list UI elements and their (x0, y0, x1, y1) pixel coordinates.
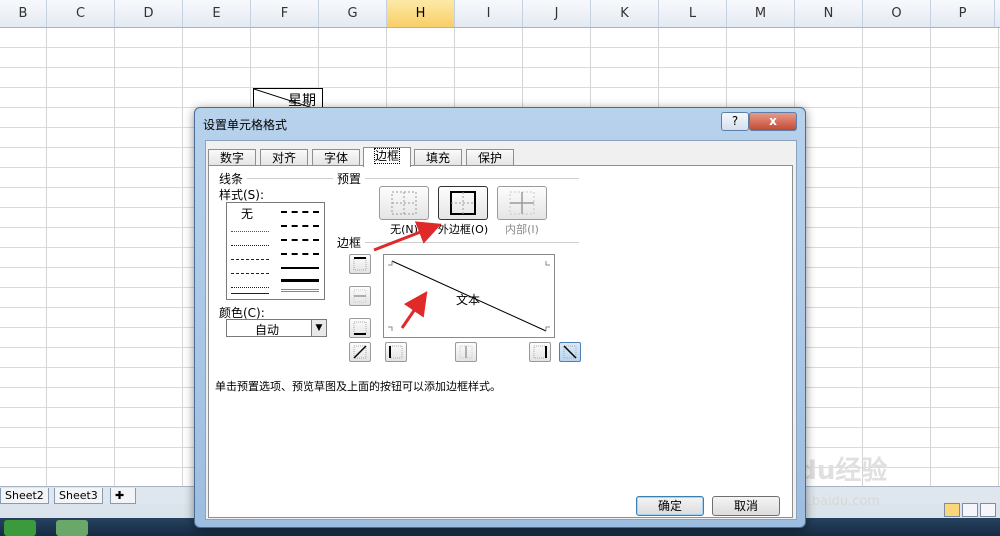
preset-inside-icon (509, 191, 535, 215)
tab-font[interactable]: 字体 (312, 149, 360, 166)
preset-inside-label: 内部(I) (505, 223, 539, 236)
style-dotted-option[interactable] (231, 231, 269, 232)
column-header-d[interactable]: D (115, 0, 183, 27)
column-header-k[interactable]: K (591, 0, 659, 27)
border-left-button[interactable] (385, 342, 407, 362)
column-header-c[interactable]: C (47, 0, 115, 27)
column-header-b[interactable]: B (0, 0, 47, 27)
dialog-title: 设置单元格格式 (203, 118, 288, 132)
page-layout-view-icon[interactable] (962, 503, 978, 517)
border-group-label: 边框 (337, 236, 362, 250)
normal-view-icon[interactable] (944, 503, 960, 517)
separator (365, 178, 579, 179)
column-header-j[interactable]: J (523, 0, 591, 27)
border-panel: 线条 样式(S): 无 颜色(C): 自动 ▼ 预置 无(N) 外边框(O) 内… (208, 165, 793, 518)
close-button[interactable]: x (749, 112, 797, 131)
column-header-g[interactable]: G (319, 0, 387, 27)
style-none-option[interactable]: 无 (241, 205, 253, 222)
tab-protection[interactable]: 保护 (466, 149, 514, 166)
preview-text: 文本 (456, 293, 481, 307)
color-select[interactable]: 自动 ▼ (226, 319, 327, 337)
preset-none-icon (391, 191, 417, 215)
style-thin-option[interactable] (231, 293, 269, 294)
dropdown-arrow-icon[interactable]: ▼ (311, 320, 326, 336)
column-header-m[interactable]: M (727, 0, 795, 27)
preset-none-button[interactable] (379, 186, 429, 220)
line-group-label: 线条 (219, 172, 244, 186)
preset-group-label: 预置 (337, 172, 362, 186)
style-dashdot-option[interactable] (231, 259, 269, 260)
preset-inside-button[interactable] (497, 186, 547, 220)
border-center-button[interactable] (455, 342, 477, 362)
border-preview[interactable]: 文本 (383, 254, 555, 338)
help-button[interactable]: ? (721, 112, 749, 131)
style-label: 样式(S): (219, 188, 265, 202)
style-thick-option[interactable] (281, 279, 319, 282)
border-right-icon (533, 345, 547, 359)
column-header-l[interactable]: L (659, 0, 727, 27)
style-medium-dash-option[interactable] (281, 253, 319, 255)
column-header-n[interactable]: N (795, 0, 863, 27)
style-medium-option[interactable] (281, 267, 319, 269)
insert-sheet-icon[interactable]: ✚ (110, 488, 136, 504)
style-slant-dashdot-option[interactable] (281, 225, 319, 227)
border-diag-down-button[interactable] (559, 342, 581, 362)
tab-border-label: 边框 (373, 148, 401, 164)
sheet-tab-sheet2[interactable]: Sheet2 (0, 488, 49, 504)
style-double-option[interactable] (281, 289, 319, 292)
dialog-client: 数字 对齐 字体 边框 填充 保护 线条 样式(S): 无 颜色(C): 自动 … (205, 140, 797, 520)
separator (365, 242, 579, 243)
color-value: 自动 (255, 323, 280, 337)
hint-text: 单击预置选项、预览草图及上面的按钮可以添加边框样式。 (215, 380, 501, 393)
page-break-view-icon[interactable] (980, 503, 996, 517)
column-header-e[interactable]: E (183, 0, 251, 27)
column-header-p[interactable]: P (931, 0, 995, 27)
sheet-tab-sheet3[interactable]: Sheet3 (54, 488, 103, 504)
preset-outline-icon (450, 191, 476, 215)
cancel-button[interactable]: 取消 (712, 496, 780, 516)
border-top-button[interactable] (349, 254, 371, 274)
column-header-h[interactable]: H (387, 0, 455, 27)
excel-taskbar-icon[interactable] (56, 520, 88, 536)
column-header-o[interactable]: O (863, 0, 931, 27)
border-right-button[interactable] (529, 342, 551, 362)
style-medium-dashdotdot-option[interactable] (281, 211, 319, 213)
start-icon[interactable] (4, 520, 36, 536)
format-cells-dialog: 设置单元格格式 ? x 数字 对齐 字体 边框 填充 保护 线条 样式(S): … (194, 107, 806, 528)
border-middle-button[interactable] (349, 286, 371, 306)
style-hair-option[interactable] (231, 245, 269, 246)
style-fine-dot-option[interactable] (231, 287, 269, 288)
line-style-list[interactable]: 无 (226, 202, 325, 300)
column-header-f[interactable]: F (251, 0, 319, 27)
tab-number[interactable]: 数字 (208, 149, 256, 166)
tab-fill[interactable]: 填充 (414, 149, 462, 166)
tab-border[interactable]: 边框 (363, 147, 411, 167)
border-bottom-icon (353, 321, 367, 335)
tab-alignment[interactable]: 对齐 (260, 149, 308, 166)
diagonal-down-icon (563, 345, 577, 359)
style-medium-dashdot-option[interactable] (281, 239, 319, 241)
preset-outline-button[interactable] (438, 186, 488, 220)
column-header-i[interactable]: I (455, 0, 523, 27)
separator (247, 178, 333, 179)
border-diag-up-button[interactable] (349, 342, 371, 362)
border-middle-icon (353, 289, 367, 303)
column-header-bar: BCDEFGHIJKLMNOP (0, 0, 1000, 28)
border-center-icon (459, 345, 473, 359)
ok-button[interactable]: 确定 (636, 496, 704, 516)
style-dash-option[interactable] (231, 273, 269, 274)
border-bottom-button[interactable] (349, 318, 371, 338)
border-top-icon (353, 257, 367, 271)
border-left-icon (389, 345, 403, 359)
diagonal-up-icon (353, 345, 367, 359)
